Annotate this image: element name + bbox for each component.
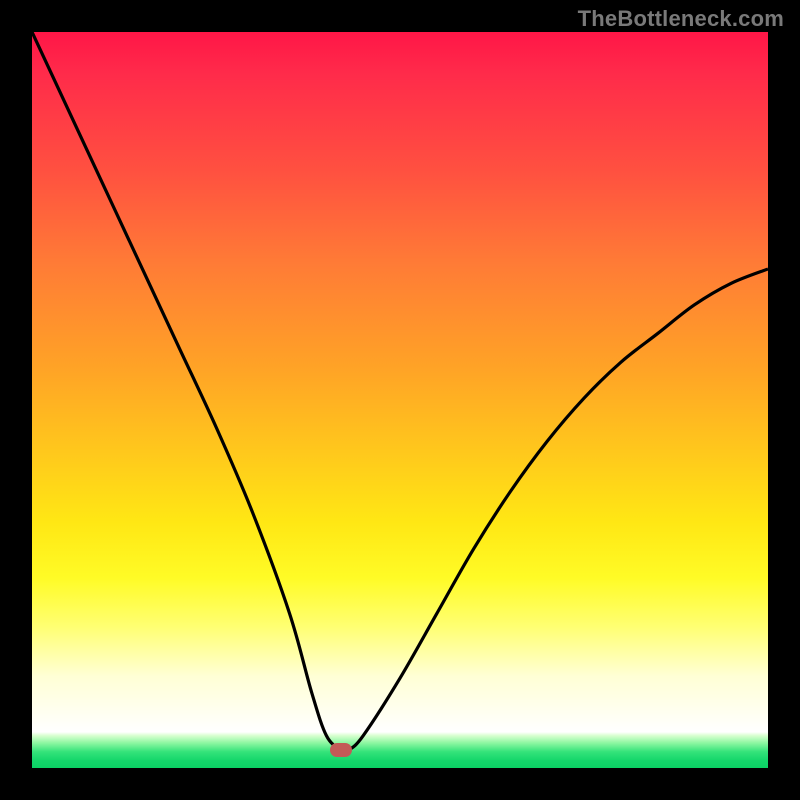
chart-frame: TheBottleneck.com bbox=[0, 0, 800, 800]
bottleneck-curve bbox=[32, 32, 768, 768]
plot-area bbox=[32, 32, 768, 768]
optimal-marker bbox=[330, 743, 352, 757]
watermark-text: TheBottleneck.com bbox=[578, 6, 784, 32]
